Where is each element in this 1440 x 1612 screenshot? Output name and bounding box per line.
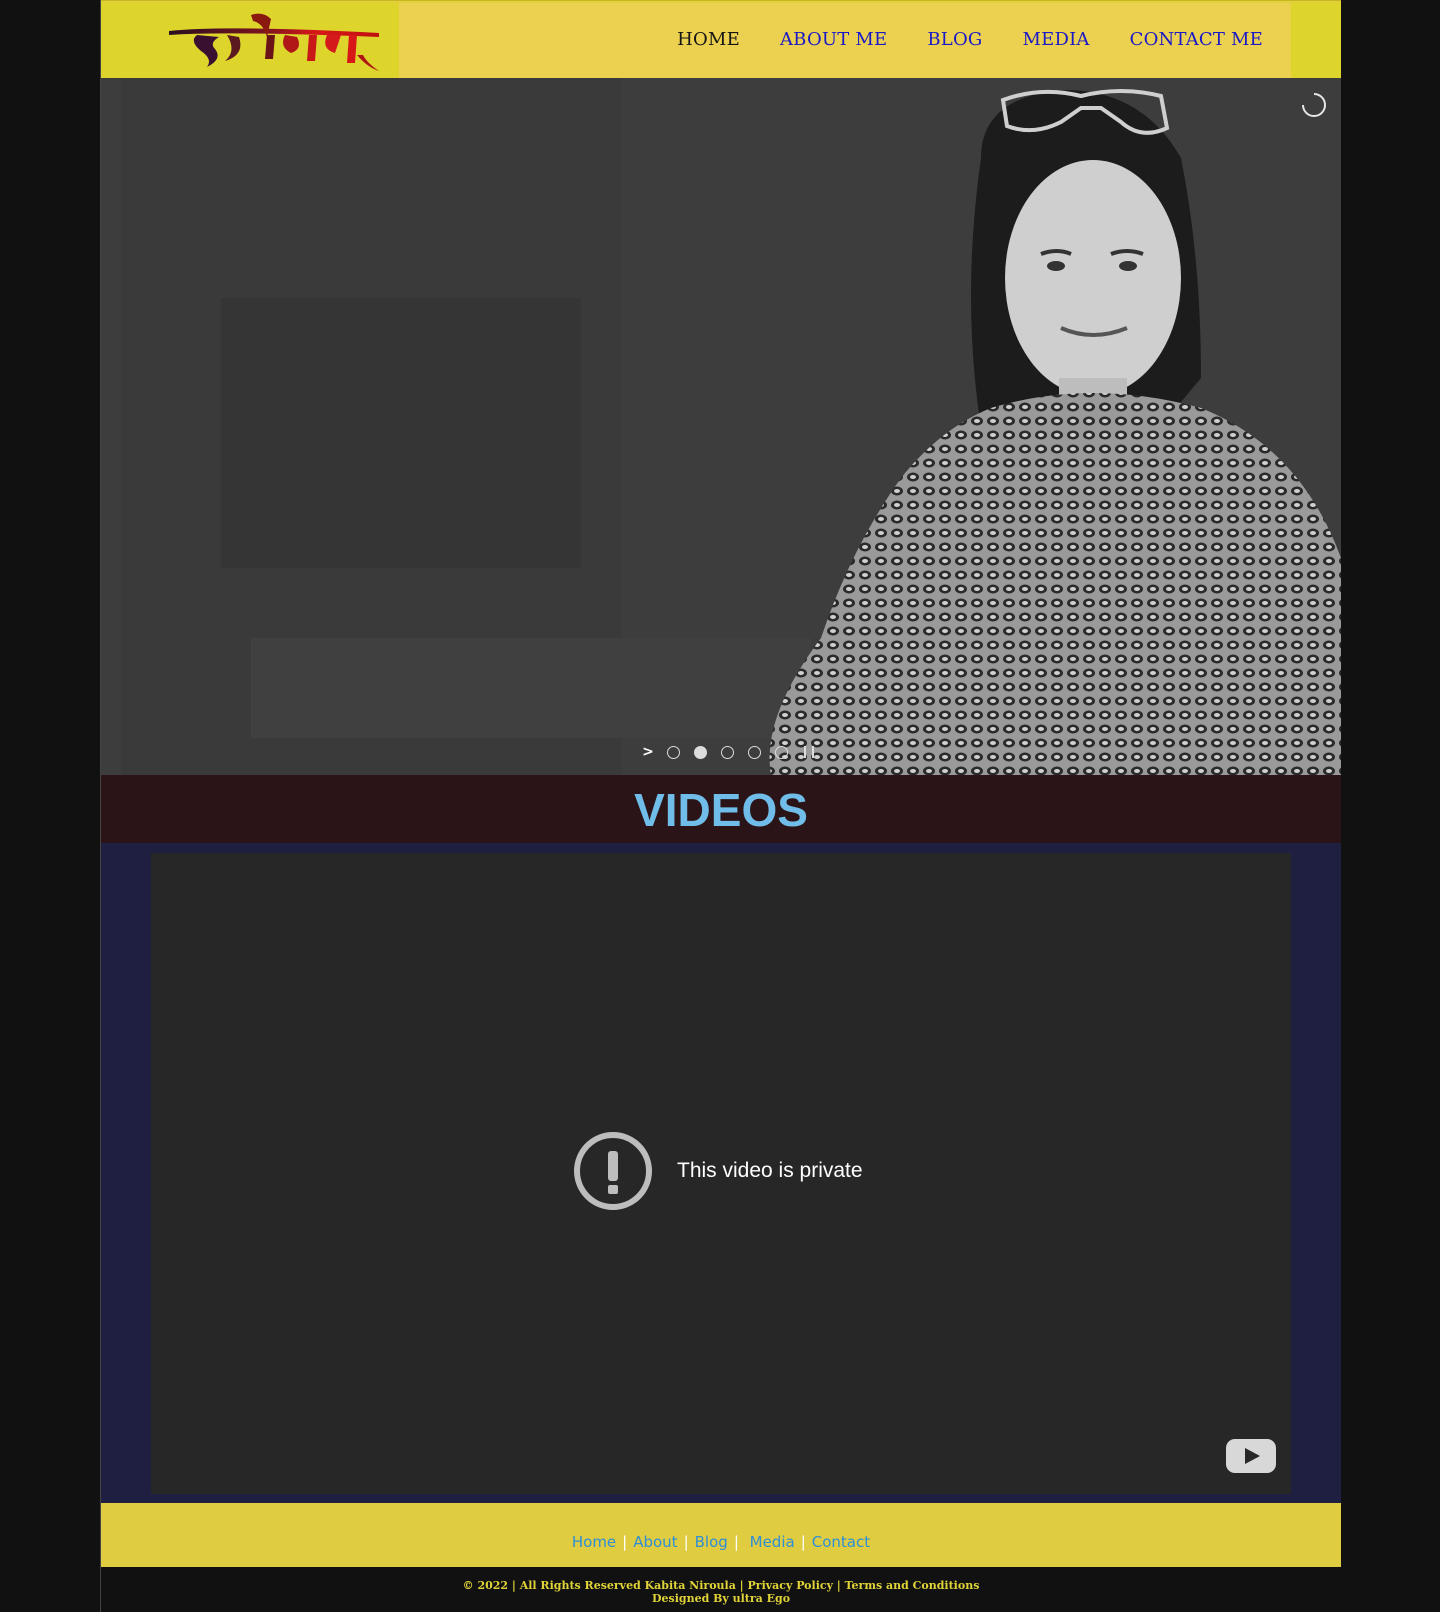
videos-title: VIDEOS [634,784,808,836]
footer-separator: | [622,1533,628,1551]
video-private-text: This video is private [677,1159,863,1182]
nav-home[interactable]: HOME [677,29,740,50]
main-nav: HOME ABOUT ME BLOG MEDIA CONTACT ME [677,29,1263,50]
hero-background-shape [221,298,581,568]
footer-separator: | [800,1533,806,1551]
slider-dot-4[interactable] [748,745,761,759]
slider-dot-1[interactable] [667,745,680,759]
footer-separator: | [733,1533,744,1551]
hero-slider: > [101,78,1341,775]
slider-dot-3[interactable] [721,745,734,759]
youtube-icon[interactable] [1225,1438,1277,1474]
nav-media[interactable]: MEDIA [1023,29,1090,50]
nav-contact-me[interactable]: CONTACT ME [1130,29,1263,50]
footer-links-band: Home | About | Blog | Media | Contact [101,1503,1341,1567]
footer-link-contact[interactable]: Contact [812,1533,870,1551]
pause-icon[interactable] [804,746,814,758]
slider-dot-5[interactable] [775,745,788,759]
warning-icon [574,1132,652,1210]
videos-heading-band: VIDEOS [101,775,1341,843]
copyright-text: © 2022 | All Rights Reserved Kabita Niro… [101,1579,1341,1605]
hero-portrait-image [769,89,1341,775]
loading-spinner-icon [1302,93,1326,117]
video-private-message: This video is private [573,1131,863,1211]
copyright-line: © 2022 | All Rights Reserved Kabita Niro… [462,1579,980,1592]
nav-about-me[interactable]: ABOUT ME [780,29,887,50]
logo-container[interactable] [101,3,399,79]
site-logo[interactable] [167,11,387,73]
slider-controls: > [639,744,814,760]
videos-section: This video is private [101,843,1341,1503]
nav-blog[interactable]: BLOG [927,29,982,50]
footer-link-blog[interactable]: Blog [695,1533,728,1551]
next-arrow-icon[interactable]: > [639,744,657,760]
slider-dot-2[interactable] [694,745,707,759]
footer-separator: | [683,1533,689,1551]
footer-bottom: © 2022 | All Rights Reserved Kabita Niro… [101,1567,1341,1612]
header-right-filler [1291,3,1341,79]
footer-link-home[interactable]: Home [572,1533,616,1551]
site-header: HOME ABOUT ME BLOG MEDIA CONTACT ME [101,0,1341,79]
video-player[interactable]: This video is private [151,853,1291,1494]
page-container: HOME ABOUT ME BLOG MEDIA CONTACT ME > VI… [100,0,1341,1612]
footer-links: Home | About | Blog | Media | Contact [101,1533,1341,1551]
footer-link-about[interactable]: About [633,1533,677,1551]
footer-link-media[interactable]: Media [750,1533,795,1551]
designer-credit: Designed By ultra Ego [651,1592,791,1605]
